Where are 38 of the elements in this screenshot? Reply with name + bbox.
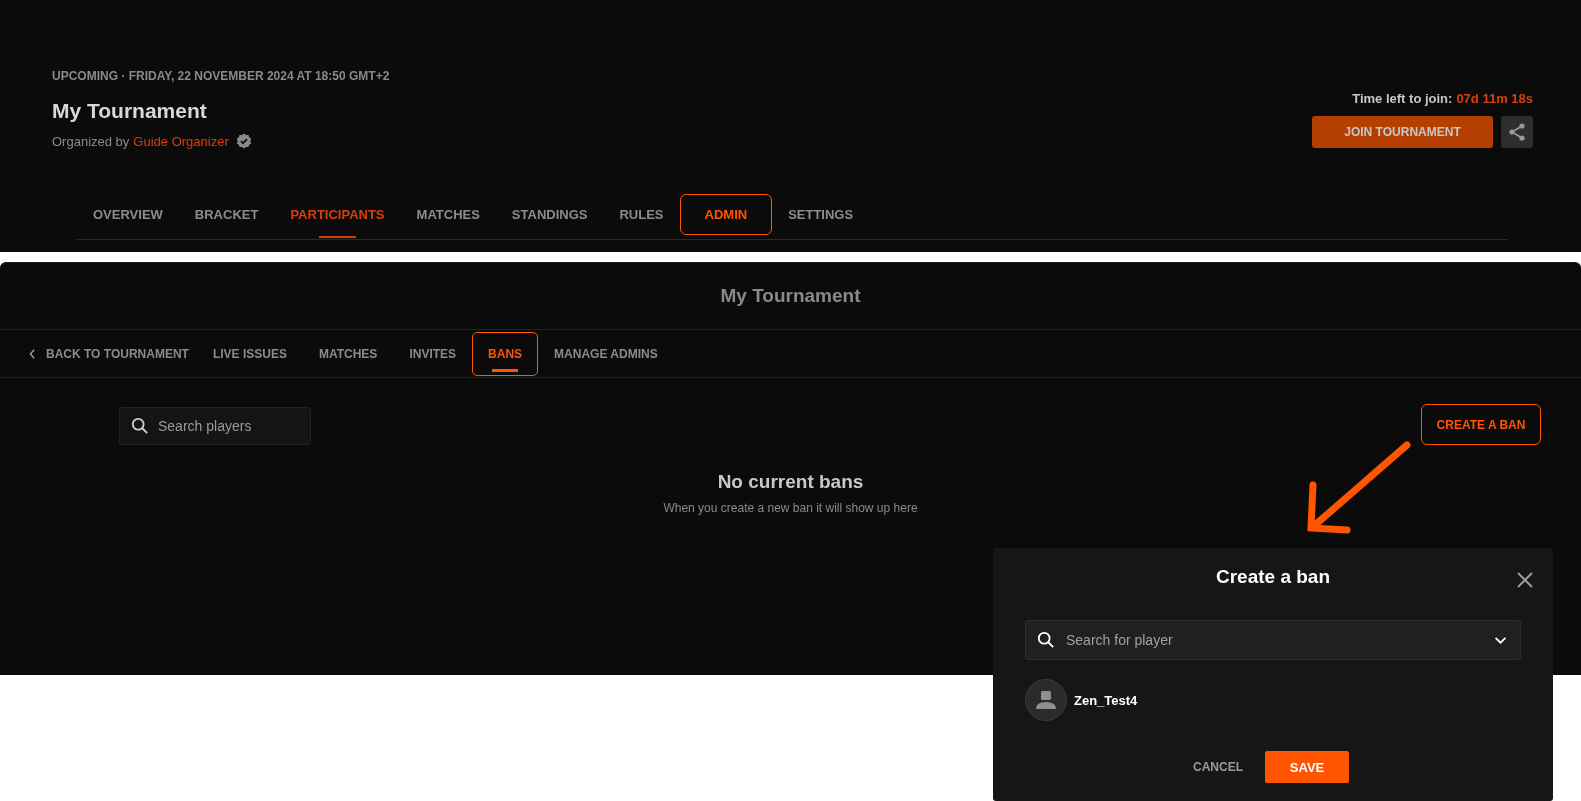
dialog-title: Create a ban [1215,566,1330,588]
player-search-dropdown[interactable]: Search for player [1025,620,1521,660]
admin-section-tab[interactable]: INVITES [393,331,473,376]
empty-state-message: When you create a new ban it will show up here [662,501,919,515]
event-date: UPCOMING · FRIDAY, 22 NOVEMBER 2024 AT 18:50 GMT+2 [52,69,390,83]
time-left-label: Time left to join: [1352,91,1453,106]
nav-tab[interactable]: ADMIN [679,194,773,235]
create-ban-button[interactable]: CREATE A BAN [1421,404,1541,445]
save-button[interactable]: SAVE [1265,751,1349,783]
caret-down-icon [1494,636,1507,645]
close-icon[interactable] [1517,572,1533,588]
search-icon [1037,631,1055,649]
nav-tab[interactable]: BRACKET [178,194,275,239]
admin-section-tab[interactable]: LIVE ISSUES [196,331,303,376]
player-name[interactable]: Zen_Test4 [1074,692,1138,708]
back-to-tournament-link[interactable]: BACK TO TOURNAMENT [29,346,189,361]
nav-tab[interactable]: STANDINGS [495,194,604,239]
chevron-left-icon [29,348,36,359]
organizer-link[interactable]: Guide Organizer [133,133,229,149]
tournament-title: My Tournament [52,99,208,123]
time-left-value: 07d 11m 18s [1456,91,1533,106]
share-icon [1507,122,1527,142]
empty-state-title: No current bans [716,471,865,493]
admin-section-tab[interactable]: MATCHES [302,331,394,376]
admin-section-tab[interactable]: MANAGE ADMINS [538,331,674,376]
admin-section-tab[interactable]: BANS [472,331,539,376]
nav-tab[interactable]: PARTICIPANTS [274,194,401,239]
share-button[interactable] [1501,116,1533,148]
cancel-button[interactable]: CANCEL [1187,759,1249,775]
nav-tab[interactable]: RULES [603,194,680,239]
search-field[interactable]: Search players [119,407,311,445]
panel-title: My Tournament [0,263,1581,330]
avatar-icon [1025,679,1067,721]
nav-tab[interactable]: MATCHES [400,194,496,239]
nav-tab[interactable]: OVERVIEW [77,194,179,239]
nav-tab[interactable]: SETTINGS [772,194,870,239]
organized-by-label: Organized by [52,133,130,149]
join-tournament-button[interactable]: JOIN TOURNAMENT [1312,116,1493,148]
